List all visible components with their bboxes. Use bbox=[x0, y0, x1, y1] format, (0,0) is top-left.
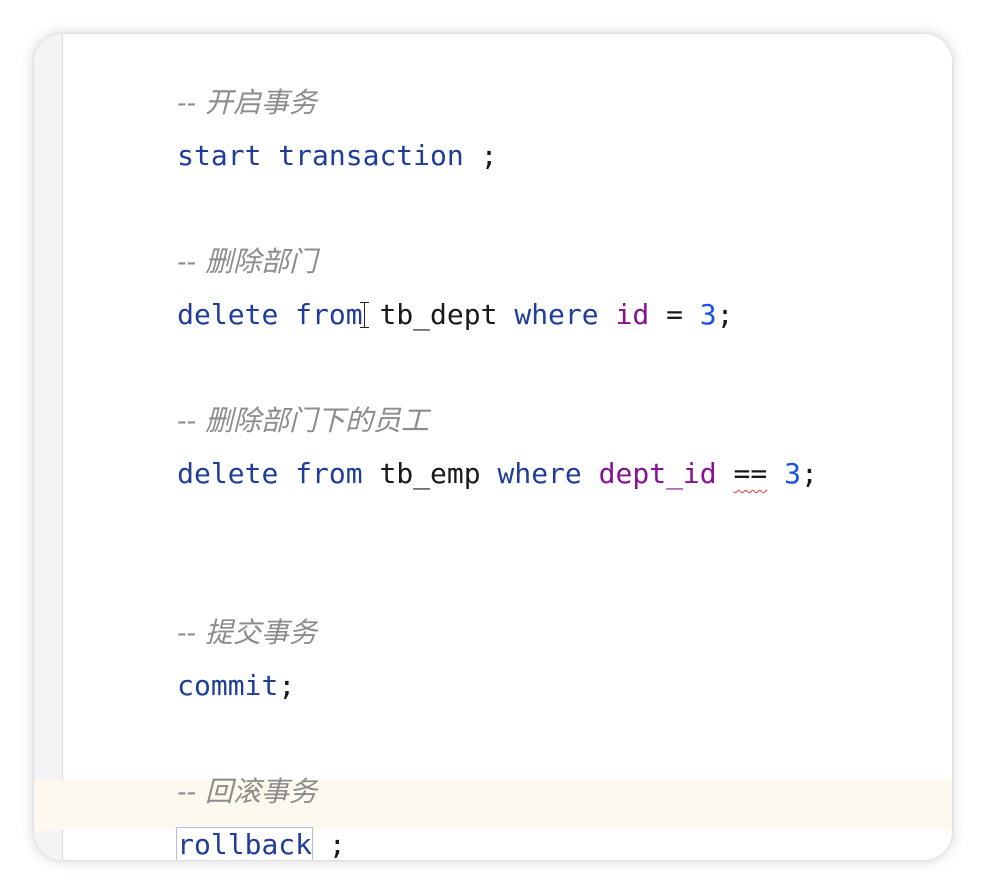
punctuation: ; bbox=[278, 669, 296, 702]
column-name: dept_id bbox=[598, 457, 717, 490]
punctuation: ; bbox=[312, 828, 346, 860]
code-editor[interactable]: -- 开启事务 start transaction ; -- 删除部门 dele… bbox=[76, 34, 952, 860]
keyword: delete bbox=[177, 298, 279, 331]
punctuation: ; bbox=[463, 139, 498, 172]
keyword: from bbox=[295, 298, 363, 331]
keyword: delete bbox=[177, 457, 279, 490]
code-line[interactable]: delete from tb_dept where id = 3; bbox=[76, 255, 733, 331]
keyword: from bbox=[295, 457, 363, 490]
code-line[interactable]: -- 提交事务 bbox=[76, 573, 317, 649]
punctuation: ; bbox=[800, 457, 818, 490]
table-name: tb_emp bbox=[379, 457, 481, 490]
code-line[interactable]: rollback ; bbox=[76, 785, 346, 860]
keyword: where bbox=[514, 298, 599, 331]
code-line[interactable]: -- 开启事务 bbox=[76, 43, 317, 119]
keyword: where bbox=[497, 457, 582, 490]
punctuation: ; bbox=[716, 298, 734, 331]
operator: = bbox=[649, 298, 700, 331]
keyword: commit bbox=[177, 669, 279, 702]
code-line[interactable]: start transaction ; bbox=[76, 96, 497, 172]
code-line[interactable]: -- 删除部门下的员工 bbox=[76, 361, 429, 437]
code-line[interactable]: delete from tb_emp where dept_id == 3; bbox=[76, 414, 818, 490]
keyword: start transaction bbox=[177, 139, 464, 172]
number: 3 bbox=[784, 457, 801, 490]
code-line[interactable]: -- 删除部门 bbox=[76, 202, 317, 278]
code-line[interactable]: -- 回滚事务 bbox=[76, 732, 317, 808]
code-line[interactable]: commit; bbox=[76, 626, 295, 702]
keyword: rollback bbox=[176, 827, 314, 860]
number: 3 bbox=[699, 298, 717, 331]
table-name: tb_dept bbox=[379, 298, 498, 331]
error-operator[interactable]: == bbox=[734, 457, 768, 490]
editor-window: -- 开启事务 start transaction ; -- 删除部门 dele… bbox=[34, 34, 952, 860]
line-gutter bbox=[34, 34, 63, 860]
column-name: id bbox=[615, 298, 650, 331]
